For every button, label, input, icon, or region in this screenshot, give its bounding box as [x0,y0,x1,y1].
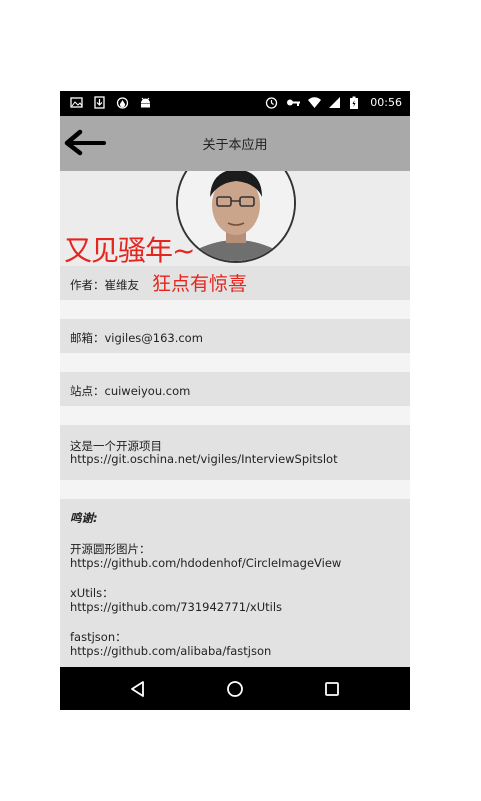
overlay-hint-text: 狂点有惊喜 [152,273,248,295]
thanks-item-xutils: xUtils： https://github.com/731942771/xUt… [70,586,282,614]
thanks-item-link[interactable]: https://github.com/alibaba/fastjson [70,644,271,658]
project-link[interactable]: https://git.oschina.net/vigiles/Intervie… [70,452,338,466]
divider [60,353,410,372]
status-left-icons [70,96,152,109]
author-label: 作者：崔维友 [70,278,139,292]
navigation-bar [60,667,410,710]
thanks-item-link[interactable]: https://github.com/731942771/xUtils [70,600,282,614]
circle-home-icon [227,681,243,697]
avatar-photo [178,171,294,261]
battery-icon [349,96,362,109]
back-nav-button[interactable] [128,679,148,699]
status-time: 00:56 [370,96,402,109]
thanks-item-fastjson: fastjson： https://github.com/alibaba/fas… [70,630,271,658]
email-label: 邮箱：vigiles@163.com [70,331,203,345]
site-row[interactable]: 站点：cuiweiyou.com [60,372,410,406]
water-drop-icon [116,96,129,109]
overlay-greeting-text: 又见骚年~ [64,234,195,267]
author-row[interactable]: 作者：崔维友 狂点有惊喜 [60,266,410,300]
download-icon [93,96,106,109]
status-bar: 00:56 [60,91,410,116]
divider [60,480,410,499]
site-label: 站点：cuiweiyou.com [70,384,191,398]
triangle-back-icon [131,681,144,697]
signal-icon [328,96,341,109]
page-title: 关于本应用 [202,138,268,153]
wifi-icon [307,96,322,109]
divider [60,300,410,319]
alarm-icon [265,96,278,109]
home-nav-button[interactable] [225,679,245,699]
divider [60,406,410,425]
image-icon [70,96,83,109]
android-icon [139,96,152,109]
square-recents-icon [325,682,339,696]
thanks-item-name: fastjson： [70,630,127,644]
project-row[interactable]: 这是一个开源项目 https://git.oschina.net/vigiles… [60,425,410,480]
about-content[interactable]: 又见骚年~ 作者：崔维友 狂点有惊喜 邮箱：vigiles@163.com 站点… [60,171,410,667]
recents-nav-button[interactable] [322,679,342,699]
thanks-item-circleimageview: 开源圆形图片： https://github.com/hdodenhof/Cir… [70,542,341,570]
phone-screen: 00:56 关于本应用 又见骚年~ 作者：崔维友 狂点有惊喜 邮箱：vigile… [60,91,410,710]
thanks-item-link[interactable]: https://github.com/hdodenhof/CircleImage… [70,556,341,570]
status-right-icons: 00:56 [265,96,402,109]
app-bar: 关于本应用 [60,116,410,171]
thanks-item-name: 开源圆形图片： [70,542,151,556]
key-icon [286,96,301,109]
thanks-heading: 鸣谢: [70,511,98,525]
thanks-section[interactable]: 鸣谢: 开源圆形图片： https://github.com/hdodenhof… [60,499,410,667]
email-row[interactable]: 邮箱：vigiles@163.com [60,319,410,353]
thanks-item-name: xUtils： [70,586,114,600]
